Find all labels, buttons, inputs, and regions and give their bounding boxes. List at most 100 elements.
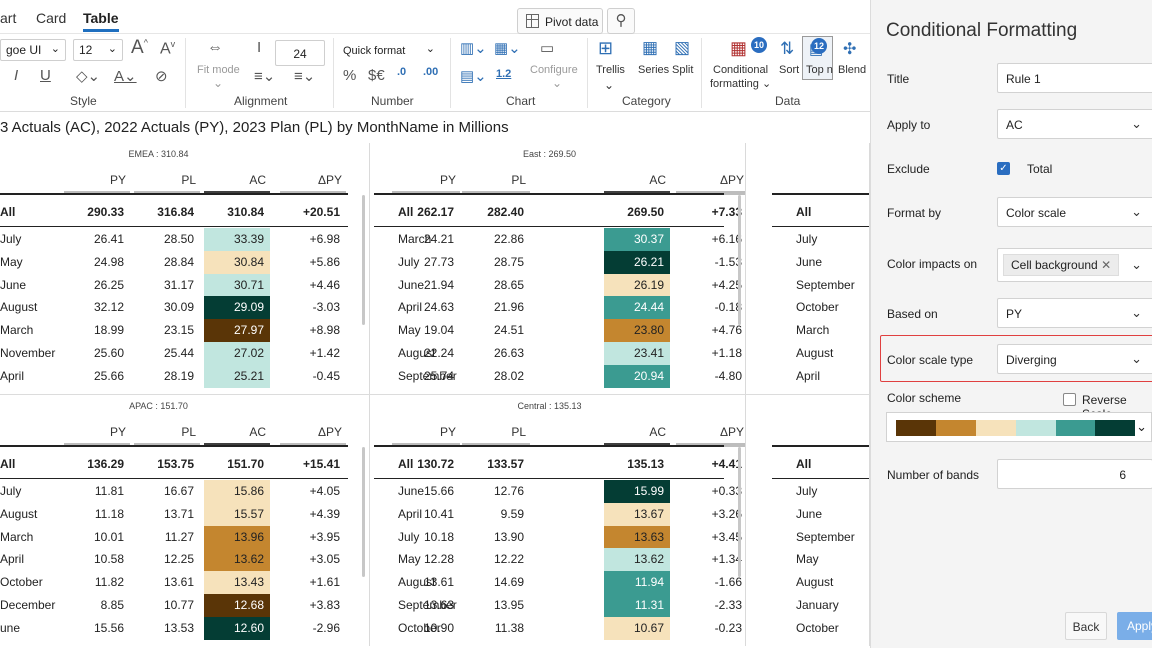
sort-label[interactable]: Sort [779, 64, 799, 76]
based-on-select[interactable]: PY ⌄ [997, 298, 1152, 328]
sort-icon[interactable]: ⇅ [780, 39, 794, 59]
format-painter-button[interactable]: ⚲ [607, 8, 635, 34]
exclude-total-checkbox[interactable]: ✓ [997, 162, 1010, 175]
column-header-pl[interactable]: PL [134, 425, 196, 439]
pivot-icon [526, 14, 539, 28]
fit-mode-label[interactable]: Fit mode [197, 64, 240, 76]
row-label: September [796, 277, 855, 292]
vertical-scrollbar[interactable] [738, 195, 741, 325]
align-right-icon[interactable]: ≡⌄ [294, 67, 315, 85]
split-label[interactable]: Split [672, 64, 693, 76]
chart-type-icon[interactable]: ▦⌄ [494, 39, 521, 57]
column-header-dpy[interactable]: ΔPY [280, 173, 342, 187]
column-header-ac[interactable]: AC [204, 425, 266, 439]
trellis-label[interactable]: Trellis [596, 64, 625, 76]
blend-icon[interactable]: ✣ [843, 39, 856, 59]
column-header-py[interactable]: PY [64, 173, 126, 187]
apply-button[interactable]: Apply [1117, 612, 1152, 640]
number-of-bands-input[interactable]: 6 [997, 459, 1152, 489]
column-header-py[interactable]: PY [64, 425, 126, 439]
column-header-pl[interactable]: PL [462, 425, 526, 439]
decrease-decimal-button[interactable]: .0 [397, 66, 406, 78]
column-header-py[interactable]: PY [392, 425, 456, 439]
close-icon[interactable]: ✕ [1101, 258, 1111, 272]
width-input[interactable]: 24 [275, 40, 325, 66]
cell-pl: 316.84 [157, 205, 194, 219]
increase-decimal-button[interactable]: .00 [423, 66, 438, 78]
column-header-ac[interactable]: AC [604, 425, 666, 439]
series-label[interactable]: Series [638, 64, 669, 76]
cell-ac: 13.63 [604, 525, 670, 549]
conditional-label[interactable]: Conditional [713, 64, 768, 76]
table-row: September [772, 274, 869, 297]
number-of-bands-label: Number of bands [887, 468, 980, 482]
cell-dpy: +4.05 [309, 484, 340, 498]
fit-mode-icon[interactable]: ⇔ [207, 39, 223, 57]
percent-icon[interactable]: % [343, 67, 356, 84]
tab-chart[interactable]: art [0, 10, 16, 26]
cell-dpy: +3.83 [309, 598, 340, 612]
text-cursor-icon[interactable]: I [257, 39, 261, 56]
cell-dpy: +6.98 [309, 232, 340, 246]
pivot-data-button[interactable]: Pivot data [517, 8, 603, 34]
italic-icon[interactable]: I [14, 67, 18, 84]
format-by-select[interactable]: Color scale ⌄ [997, 197, 1152, 227]
column-header-dpy[interactable]: ΔPY [280, 425, 342, 439]
apply-to-select[interactable]: AC ⌄ [997, 109, 1152, 139]
column-header-ac[interactable]: AC [604, 173, 666, 187]
conditional-formatting-icon[interactable]: ▦ [730, 38, 747, 59]
align-left-icon[interactable]: ≡⌄ [254, 67, 275, 85]
cell-dpy: +4.41 [711, 457, 742, 471]
apply-to-label: Apply to [887, 118, 931, 132]
cell-ac: 26.21 [604, 250, 670, 274]
fill-color-icon[interactable]: ◇⌄ [76, 67, 100, 85]
group-style-label: Style [70, 94, 97, 108]
font-size-select[interactable]: 12 ⌄ [73, 39, 123, 61]
tab-table[interactable]: Table [83, 10, 119, 32]
column-header-pl[interactable]: PL [134, 173, 196, 187]
reverse-scale-checkbox[interactable] [1063, 393, 1076, 406]
conditional-label-2[interactable]: formatting ⌄ [710, 77, 771, 90]
cell-pl: 28.65 [493, 277, 524, 292]
trellis-icon[interactable]: ⊞ [598, 38, 613, 59]
vertical-scrollbar[interactable] [362, 447, 365, 577]
configure-label[interactable]: Configure [530, 64, 578, 76]
hide-icon[interactable]: ⊘ [155, 67, 168, 85]
series-icon[interactable]: ▦ [642, 38, 658, 58]
cell-py: 24.98 [93, 254, 124, 269]
panel-title: Conditional Formatting [886, 20, 1078, 41]
split-icon[interactable]: ▧ [674, 38, 690, 58]
currency-icon[interactable]: $€ [368, 67, 385, 84]
column-header-ac[interactable]: AC [204, 173, 266, 187]
column-header-dpy[interactable]: ΔPY [676, 173, 744, 187]
cell-py: 25.66 [93, 368, 124, 383]
configure-icon[interactable]: ▭ [540, 39, 554, 57]
table-row: May 19.04 24.51 23.80 +4.76 [374, 319, 745, 343]
cell-ac: 13.67 [604, 502, 670, 526]
quick-format-select[interactable]: Quick format ⌄ [337, 39, 441, 61]
vertical-scrollbar[interactable] [738, 447, 741, 577]
trellis-panel: EMEA : 310.84 PY PL AC ΔPY All 290.33 316.84 310… [0, 143, 370, 394]
precision-button[interactable]: 1.2 [496, 68, 511, 80]
chart-position-icon[interactable]: ▤⌄ [460, 67, 487, 85]
row-label: March [0, 323, 34, 338]
cell-dpy: +8.98 [309, 323, 340, 338]
blend-label[interactable]: Blend [838, 64, 866, 76]
vertical-scrollbar[interactable] [362, 195, 365, 325]
tab-card[interactable]: Card [36, 10, 66, 26]
underline-icon[interactable]: U [40, 67, 51, 84]
column-header-py[interactable]: PY [392, 173, 456, 187]
increase-font-icon[interactable]: A^ [131, 37, 148, 59]
color-scheme-select[interactable]: ⌄ [886, 412, 1152, 442]
title-input[interactable]: Rule 1 [997, 63, 1152, 93]
column-header-dpy[interactable]: ΔPY [676, 425, 744, 439]
font-family-select[interactable]: goe UI ⌄ [0, 39, 66, 61]
color-impacts-select[interactable]: Cell background ✕ ⌄ [997, 248, 1152, 282]
column-header-pl[interactable]: PL [462, 173, 526, 187]
back-button[interactable]: Back [1065, 612, 1107, 640]
font-color-icon[interactable]: A⌄ [114, 67, 137, 85]
decrease-font-icon[interactable]: Av [160, 39, 175, 58]
total-rule [0, 478, 348, 479]
cell-py: 24.21 [423, 232, 454, 246]
chart-layout-icon[interactable]: ▥⌄ [460, 39, 487, 57]
